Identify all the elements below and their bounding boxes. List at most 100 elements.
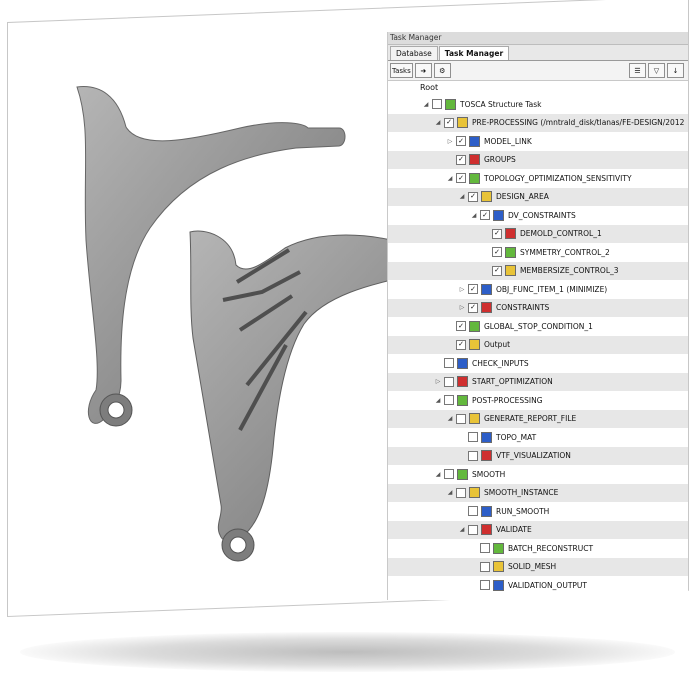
expanded-chevron-icon[interactable]: ◢ — [434, 396, 442, 404]
tree-label: VALIDATE — [496, 525, 532, 535]
tree-checkbox[interactable] — [468, 524, 478, 535]
tree-checkbox[interactable] — [468, 506, 478, 517]
tree-checkbox[interactable] — [444, 395, 454, 406]
tree-label: TOSCA Structure Task — [460, 99, 542, 109]
down-arrow-icon[interactable]: ↓ — [667, 63, 684, 78]
tree-checkbox[interactable]: ✓ — [456, 173, 466, 184]
tree-checkbox[interactable] — [456, 413, 466, 424]
tree-row[interactable]: ✓ GLOBAL_STOP_CONDITION_1 — [388, 317, 688, 336]
tree-row[interactable]: ▷ ✓ MODEL_LINK — [388, 132, 688, 151]
tree-row[interactable]: ▷ START_OPTIMIZATION — [388, 372, 688, 391]
tree-checkbox[interactable]: ✓ — [492, 265, 502, 276]
tree-checkbox[interactable] — [480, 580, 490, 591]
tree-checkbox[interactable] — [444, 376, 454, 387]
tree-row[interactable]: ◢ SMOOTH — [388, 465, 688, 484]
tree-label: GENERATE_REPORT_FILE — [484, 414, 577, 424]
tree-checkbox[interactable] — [444, 358, 454, 369]
tree-label: Output — [484, 340, 511, 350]
tree-row[interactable]: ◢ ✓ DESIGN_AREA — [388, 187, 688, 206]
tree-row[interactable]: ◢ POST-PROCESSING — [388, 391, 688, 410]
tree-row[interactable]: ▷ ✓ CONSTRAINTS — [388, 298, 688, 317]
tree-checkbox[interactable]: ✓ — [456, 321, 466, 332]
model-link-icon — [469, 135, 480, 147]
tree-row[interactable]: ◢ VALIDATE — [388, 520, 688, 539]
tree-row[interactable]: CHECK_INPUTS — [388, 354, 688, 373]
tree-row[interactable]: ▷ ✓ OBJ_FUNC_ITEM_1 (MINIMIZE) — [388, 280, 688, 299]
expanded-chevron-icon[interactable]: ◢ — [434, 119, 442, 127]
tree-row[interactable]: ◢ TOSCA Structure Task — [388, 95, 688, 114]
tree-checkbox[interactable] — [468, 432, 478, 443]
tree-checkbox[interactable]: ✓ — [456, 154, 466, 165]
tasks-button[interactable]: Tasks — [390, 63, 413, 78]
task-tree: ◢ TOSCA Structure Task ◢ ✓ PRE-PROCESSING (/… — [388, 95, 688, 595]
vtf-icon — [481, 450, 492, 462]
tree-row[interactable]: ✓ DEMOLD_CONTROL_1 — [388, 224, 688, 243]
expanded-chevron-icon[interactable]: ◢ — [458, 193, 466, 201]
tree-checkbox[interactable]: ✓ — [468, 284, 478, 295]
expanded-chevron-icon[interactable]: ◢ — [446, 489, 454, 497]
expanded-chevron-icon[interactable]: ◢ — [470, 211, 478, 219]
tree-row[interactable]: RUN_SMOOTH — [388, 502, 688, 521]
no-chevron — [446, 341, 454, 349]
smooth-icon — [457, 468, 468, 480]
tree-row[interactable]: ◢ ✓ DV_CONSTRAINTS — [388, 206, 688, 225]
collapsed-chevron-icon[interactable]: ▷ — [434, 378, 442, 386]
presentation-card: Task Manager Database Task Manager Tasks… — [0, 0, 700, 691]
symmetry-icon — [505, 246, 516, 258]
filter-icon[interactable]: ▽ — [648, 63, 665, 78]
tree-row[interactable]: TOPO_MAT — [388, 428, 688, 447]
tree-checkbox[interactable]: ✓ — [468, 191, 478, 202]
task-manager-panel: Task Manager Database Task Manager Tasks… — [387, 32, 688, 600]
tree-row[interactable]: SOLID_MESH — [388, 557, 688, 576]
tree-label: DV_CONSTRAINTS — [508, 210, 576, 220]
no-chevron — [482, 267, 490, 275]
tree-row[interactable]: ◢ GENERATE_REPORT_FILE — [388, 409, 688, 428]
tree-checkbox[interactable] — [480, 543, 490, 554]
preprocessing-icon — [457, 117, 468, 129]
tree-checkbox[interactable]: ✓ — [480, 210, 490, 221]
tree-row[interactable]: ◢ SMOOTH_INSTANCE — [388, 483, 688, 502]
tree-label: POST-PROCESSING — [472, 395, 543, 405]
tree-checkbox[interactable] — [456, 487, 466, 498]
tree-checkbox[interactable]: ✓ — [492, 247, 502, 258]
expanded-chevron-icon[interactable]: ◢ — [446, 415, 454, 423]
expanded-chevron-icon[interactable]: ◢ — [458, 526, 466, 534]
expanded-chevron-icon[interactable]: ◢ — [446, 174, 454, 182]
tree-checkbox[interactable]: ✓ — [456, 136, 466, 147]
tree-row[interactable]: ◢ ✓ TOPOLOGY_OPTIMIZATION_SENSITIVITY — [388, 169, 688, 188]
batch-reconstruct-icon — [493, 542, 504, 554]
tree-row[interactable]: ✓ Output — [388, 335, 688, 354]
expanded-chevron-icon[interactable]: ◢ — [434, 470, 442, 478]
tree-label: MEMBERSIZE_CONTROL_3 — [520, 266, 619, 276]
no-chevron — [446, 322, 454, 330]
no-chevron — [482, 248, 490, 256]
expanded-chevron-icon[interactable]: ◢ — [422, 100, 430, 108]
tree-row[interactable]: ✓ MEMBERSIZE_CONTROL_3 — [388, 261, 688, 280]
tree-checkbox[interactable]: ✓ — [456, 339, 466, 350]
collapsed-chevron-icon[interactable]: ▷ — [458, 285, 466, 293]
tab-task-manager[interactable]: Task Manager — [438, 46, 510, 60]
tree-checkbox[interactable] — [480, 561, 490, 572]
tree-row[interactable]: VALIDATION_OUTPUT — [388, 576, 688, 595]
tree-label: RUN_SMOOTH — [496, 506, 550, 516]
tree-checkbox[interactable] — [432, 99, 442, 110]
tree-checkbox[interactable] — [468, 450, 478, 461]
tree-checkbox[interactable]: ✓ — [444, 117, 454, 128]
collapsed-chevron-icon[interactable]: ▷ — [446, 137, 454, 145]
output-icon — [469, 339, 480, 351]
tree-checkbox[interactable]: ✓ — [492, 228, 502, 239]
tree-row[interactable]: ✓ GROUPS — [388, 150, 688, 169]
collapsed-chevron-icon[interactable]: ▷ — [458, 304, 466, 312]
tree-row[interactable]: ◢ ✓ PRE-PROCESSING (/mntrald_disk/tlanas/F… — [388, 113, 688, 132]
list-view-icon[interactable]: ☰ — [629, 63, 646, 78]
tab-database[interactable]: Database — [390, 46, 438, 60]
tree-checkbox[interactable]: ✓ — [468, 302, 478, 313]
tree-checkbox[interactable] — [444, 469, 454, 480]
tree-row[interactable]: VTF_VISUALIZATION — [388, 446, 688, 465]
forward-arrow-icon[interactable]: ➜ — [414, 63, 432, 78]
solid-mesh-icon — [493, 561, 504, 573]
tree-row[interactable]: ✓ SYMMETRY_CONTROL_2 — [388, 243, 688, 262]
tree-label: GLOBAL_STOP_CONDITION_1 — [484, 321, 593, 331]
tree-row[interactable]: BATCH_RECONSTRUCT — [388, 539, 688, 558]
settings-icon[interactable]: ⚙ — [433, 63, 451, 78]
